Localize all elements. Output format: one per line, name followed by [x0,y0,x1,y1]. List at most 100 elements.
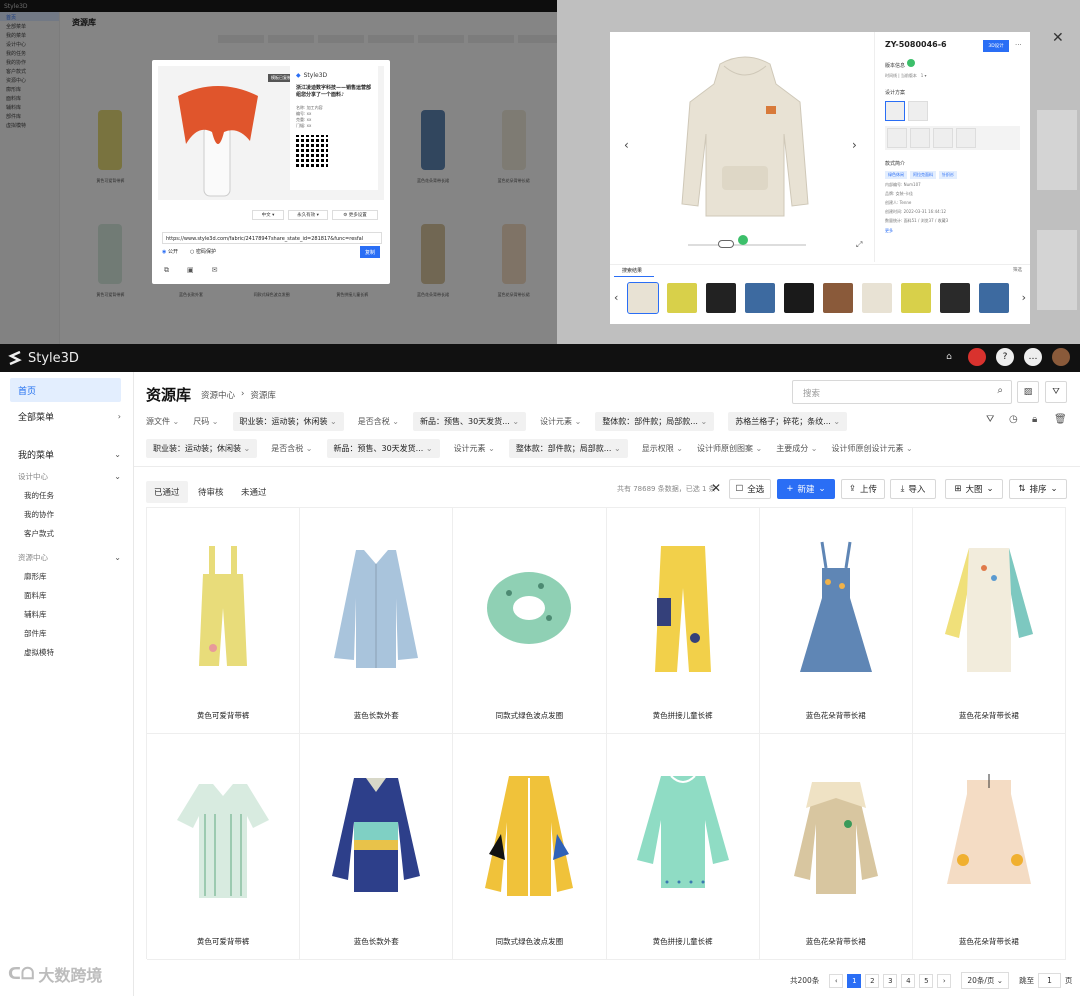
sidebar-sub-item[interactable]: 廓形库 [24,567,133,586]
sidebar-sub-item[interactable]: 我的任务 [24,486,133,505]
filter-dropdown[interactable]: 新品：预售、30天发货... ⌄ [326,438,440,458]
import-button[interactable]: ⤓ 导入 [890,479,936,499]
search-icon[interactable]: ⌕ [997,385,1003,396]
page-number[interactable]: 2 [865,973,880,988]
prev-arrow-icon[interactable]: ‹ [624,138,629,152]
page-number[interactable]: 3 [883,973,898,988]
more-icon[interactable]: ··· [1015,41,1022,49]
select-all-button[interactable]: ☐ 全选 [729,479,771,499]
flag-icon[interactable] [968,348,986,366]
strip-prev-icon[interactable]: ‹ [614,291,618,304]
lock-icon[interactable]: 🔒︎ [1032,414,1037,425]
sidebar-sub-item[interactable]: 我的协作 [24,505,133,524]
sidebar-item-all-menu[interactable]: 全部菜单 › [10,404,121,428]
sidebar-item-home[interactable]: 首页 [10,378,121,402]
image-share-icon[interactable]: ▣ [187,266,194,275]
brand-logo[interactable]: Style3D [8,350,79,366]
filter-dropdown[interactable]: 显示权限 ⌄ [642,443,683,454]
design-thumb[interactable] [885,101,905,121]
sidebar-sub-item[interactable]: 面料库 [24,586,133,605]
resource-card[interactable]: 黄色拼接儿童长裤 [606,734,760,960]
result-thumb[interactable] [745,283,775,313]
resource-card[interactable]: 黄色可爱背带裤 [147,508,301,734]
clear-selection-icon[interactable]: ✕ [711,481,721,495]
filter-link[interactable]: 筛选 [1013,267,1022,273]
filter-dropdown[interactable]: 尺码 ⌄ [193,416,218,427]
sidebar-item-my-menu[interactable]: 我的菜单 ⌄ [10,442,121,466]
history-icon[interactable]: ◷ [1009,414,1018,425]
resource-card[interactable]: 蓝色花朵背带长裙 [912,734,1066,960]
search-input[interactable]: 搜索 ⌕ [792,380,1012,404]
next-page-icon[interactable]: › [937,973,952,988]
filter-dropdown[interactable]: 设计元素 ⌄ [454,443,495,454]
copy-button[interactable]: 复制 [360,246,380,258]
clear-filter-icon[interactable]: ⛛ [986,414,994,425]
page-number[interactable]: 5 [919,973,934,988]
new-button[interactable]: + 新建 ⌄ [777,479,835,499]
link-share-icon[interactable]: ⧉ [164,266,169,275]
resource-card[interactable]: 蓝色花朵背带长裙 [759,508,913,734]
tab-rejected[interactable]: 未通过 [233,481,275,503]
result-thumb[interactable] [706,283,736,313]
filter-dropdown[interactable]: 源文件 ⌄ [146,416,179,427]
breadcrumb-item[interactable]: 资源中心 [201,389,235,401]
variant-thumb[interactable] [956,128,976,148]
filter-dropdown[interactable]: 职业装：运动装；休闲装 ⌄ [146,438,258,458]
variant-thumb[interactable] [933,128,953,148]
sidebar-sub-item[interactable]: 虚拟模特 [24,643,133,662]
viewer-slider-thumb[interactable] [718,240,734,248]
page-number[interactable]: 4 [901,973,916,988]
variant-thumb[interactable] [910,128,930,148]
resource-card[interactable]: 蓝色长款外套 [300,508,454,734]
resource-card[interactable]: 蓝色花朵背带长裙 [912,508,1066,734]
tab-pending[interactable]: 待审核 [190,481,232,503]
result-thumb[interactable] [667,283,697,313]
tab-approved[interactable]: 已通过 [146,481,188,503]
chat-icon[interactable]: … [1024,348,1042,366]
result-thumb[interactable] [823,283,853,313]
filter-icon[interactable]: ⛛ [1045,381,1067,403]
close-icon[interactable]: ✕ [1052,30,1064,46]
sidebar-sub-item[interactable]: 部件库 [24,624,133,643]
result-thumb[interactable] [940,283,970,313]
password-radio[interactable]: ○ 密码保护 [190,248,216,255]
design-3d-button[interactable]: 3D设计 [983,40,1009,52]
sort-select[interactable]: ⇅ 排序 ⌄ [1009,479,1067,499]
result-thumb[interactable] [979,283,1009,313]
filter-dropdown[interactable]: 整体款：部件款；局部款... ⌄ [595,411,715,431]
public-radio[interactable]: ◉ 公开 [162,248,178,255]
filter-dropdown[interactable]: 设计元素 ⌄ [540,416,581,427]
fullscreen-icon[interactable]: ⤢ [856,240,862,250]
share-url-field[interactable]: https://www.style3d.com/fabric/24178947s… [162,232,382,244]
next-arrow-icon[interactable]: › [852,138,857,152]
home-icon[interactable]: ⌂ [940,348,958,366]
language-select[interactable]: 中文 ▾ [252,210,284,220]
validity-select[interactable]: 永久有效 ▾ [288,210,328,220]
resource-card[interactable]: 黄色拼接儿童长裤 [606,508,760,734]
resource-card[interactable]: 蓝色长款外套 [300,734,454,960]
result-thumb[interactable] [862,283,892,313]
filter-dropdown[interactable]: 是否含税 ⌄ [358,416,399,427]
upload-button[interactable]: ⇪ 上传 [841,479,885,499]
filter-dropdown[interactable]: 设计师原创设计元素 ⌄ [831,443,912,454]
result-thumb[interactable] [627,282,659,314]
strip-next-icon[interactable]: › [1022,291,1026,304]
design-thumb[interactable] [908,101,928,121]
filter-dropdown[interactable]: 整体款：部件款；局部款... ⌄ [508,438,628,458]
filter-dropdown[interactable]: 设计师原创图案 ⌄ [697,443,762,454]
filter-dropdown[interactable]: 苏格兰格子；碎花；条纹... ⌄ [728,411,848,431]
filter-dropdown[interactable]: 职业装：运动装；休闲装 ⌄ [232,411,344,431]
page-number[interactable]: 1 [847,973,862,988]
variant-thumb[interactable] [887,128,907,148]
image-search-icon[interactable]: ▨ [1017,381,1039,403]
avatar[interactable] [1052,348,1070,366]
trash-icon[interactable]: 🗑︎ [1054,414,1067,425]
resource-card[interactable]: 同款式绿色波点发圈 [453,734,607,960]
resource-card[interactable]: 同款式绿色波点发圈 [453,508,607,734]
sidebar-group-resource[interactable]: 资源中心 ⌄ [18,547,121,567]
help-icon[interactable]: ? [996,348,1014,366]
filter-dropdown[interactable]: 主要成分 ⌄ [776,443,817,454]
more-link[interactable]: 更多 [885,228,1020,234]
result-thumb[interactable] [784,283,814,313]
result-thumb[interactable] [901,283,931,313]
